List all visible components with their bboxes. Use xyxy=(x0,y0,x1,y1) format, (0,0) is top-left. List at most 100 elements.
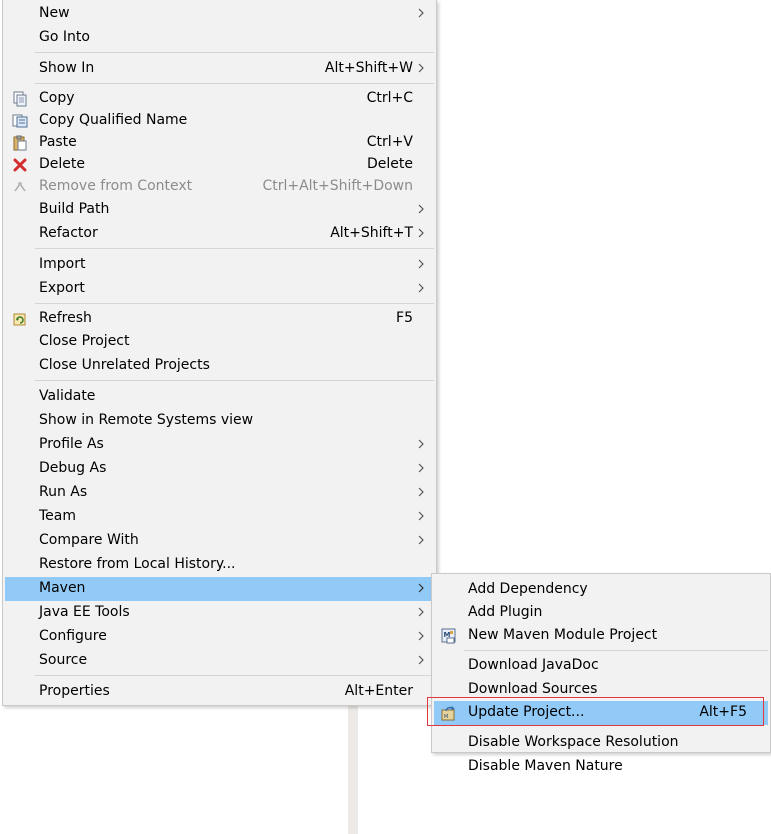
menu-item-shortcut: Ctrl+C xyxy=(366,90,413,106)
refresh-icon xyxy=(13,313,26,326)
menu-item-label: Add Plugin xyxy=(468,604,543,620)
menu-item-label: Disable Maven Nature xyxy=(468,758,623,774)
menu-item-shortcut: Alt+Shift+W xyxy=(324,60,413,76)
menu-item-label: Compare With xyxy=(39,532,139,548)
submenu-arrow-icon xyxy=(418,283,424,293)
submenu-arrow-icon xyxy=(418,607,424,617)
menu-item-copy[interactable]: Copy Ctrl+C xyxy=(5,87,434,111)
maven-module-icon: M xyxy=(441,628,456,644)
menu-item-export[interactable]: Export xyxy=(5,277,434,301)
menu-item-label: Go Into xyxy=(39,29,90,45)
menu-item-disable-maven-nature[interactable]: Disable Maven Nature xyxy=(434,755,768,779)
paste-icon xyxy=(13,135,27,151)
submenu-arrow-icon xyxy=(418,228,424,238)
menu-item-label: Copy xyxy=(39,90,75,106)
menu-item-label: New Maven Module Project xyxy=(468,627,658,643)
menu-item-add-dependency[interactable]: Add Dependency xyxy=(434,578,768,602)
menu-item-refresh[interactable]: Refresh F5 xyxy=(5,307,434,331)
menu-item-team[interactable]: Team xyxy=(5,505,434,529)
menu-separator xyxy=(464,650,768,651)
menu-item-paste[interactable]: Paste Ctrl+V xyxy=(5,131,434,155)
background-panel-edge xyxy=(348,700,358,834)
copy-qualified-name-icon xyxy=(12,114,28,128)
menu-item-shortcut: F5 xyxy=(396,310,413,326)
menu-item-close-unrelated-projects[interactable]: Close Unrelated Projects xyxy=(5,354,434,378)
menu-item-label: Show In xyxy=(39,60,95,76)
menu-item-shortcut: Ctrl+V xyxy=(366,134,413,150)
menu-item-debug-as[interactable]: Debug As xyxy=(5,457,434,481)
menu-separator xyxy=(35,83,434,84)
menu-item-show-in[interactable]: Show In Alt+Shift+W xyxy=(5,57,434,81)
submenu-arrow-icon xyxy=(418,463,424,473)
menu-item-delete[interactable]: Delete Delete xyxy=(5,153,434,177)
menu-item-label: Validate xyxy=(39,388,96,404)
menu-item-add-plugin[interactable]: Add Plugin xyxy=(434,601,768,625)
submenu-arrow-icon xyxy=(418,439,424,449)
menu-item-label: Build Path xyxy=(39,201,110,217)
menu-item-label: Refresh xyxy=(39,310,92,326)
menu-item-label: Add Dependency xyxy=(468,581,588,597)
menu-item-shortcut: Ctrl+Alt+Shift+Down xyxy=(262,178,413,194)
delete-icon xyxy=(13,158,27,172)
menu-separator xyxy=(35,380,434,381)
menu-item-label: Configure xyxy=(39,628,107,644)
menu-item-shortcut: Delete xyxy=(367,156,413,172)
menu-separator xyxy=(35,248,434,249)
menu-item-new[interactable]: New xyxy=(5,2,434,26)
menu-item-profile-as[interactable]: Profile As xyxy=(5,433,434,457)
menu-item-label: Profile As xyxy=(39,436,104,452)
menu-item-restore-from-local-history[interactable]: Restore from Local History... xyxy=(5,553,434,577)
menu-item-configure[interactable]: Configure xyxy=(5,625,434,649)
menu-item-label: Team xyxy=(39,508,77,524)
submenu-arrow-icon xyxy=(418,487,424,497)
menu-item-copy-qualified-name[interactable]: Copy Qualified Name xyxy=(5,109,434,133)
menu-item-shortcut: Alt+Enter xyxy=(344,683,413,699)
menu-item-disable-workspace-resolution[interactable]: Disable Workspace Resolution xyxy=(434,731,768,755)
menu-item-label: Copy Qualified Name xyxy=(39,112,188,128)
submenu-arrow-icon xyxy=(418,204,424,214)
menu-item-label: Close Project xyxy=(39,333,130,349)
submenu-arrow-icon xyxy=(418,631,424,641)
menu-item-shortcut: Alt+Shift+T xyxy=(330,225,413,241)
remove-context-icon xyxy=(14,182,26,192)
menu-item-label: Refactor xyxy=(39,225,98,241)
menu-separator xyxy=(35,303,434,304)
update-project-callout-box xyxy=(427,697,764,726)
menu-item-remove-from-context: Remove from Context Ctrl+Alt+Shift+Down xyxy=(5,175,434,199)
menu-item-new-maven-module-project[interactable]: M New Maven Module Project xyxy=(434,624,768,648)
menu-item-show-in-remote-systems[interactable]: Show in Remote Systems view xyxy=(5,409,434,433)
menu-separator xyxy=(35,52,434,53)
menu-item-label: Import xyxy=(39,256,86,272)
menu-item-run-as[interactable]: Run As xyxy=(5,481,434,505)
submenu-arrow-icon xyxy=(418,8,424,18)
menu-item-label: Paste xyxy=(39,134,77,150)
menu-item-properties[interactable]: Properties Alt+Enter xyxy=(5,680,434,704)
submenu-arrow-icon xyxy=(418,535,424,545)
menu-item-label: Disable Workspace Resolution xyxy=(468,734,679,750)
copy-icon xyxy=(13,91,27,107)
menu-item-label: Restore from Local History... xyxy=(39,556,236,572)
menu-item-download-javadoc[interactable]: Download JavaDoc xyxy=(434,654,768,678)
submenu-arrow-icon xyxy=(418,259,424,269)
menu-item-build-path[interactable]: Build Path xyxy=(5,198,434,222)
menu-item-validate[interactable]: Validate xyxy=(5,385,434,409)
menu-item-maven[interactable]: Maven xyxy=(5,577,434,601)
menu-item-compare-with[interactable]: Compare With xyxy=(5,529,434,553)
submenu-arrow-icon xyxy=(418,511,424,521)
project-context-menu: New Go Into Show In Alt+Shift+W Copy Ctr… xyxy=(2,0,437,706)
menu-item-label: Debug As xyxy=(39,460,107,476)
menu-item-import[interactable]: Import xyxy=(5,253,434,277)
menu-item-refactor[interactable]: Refactor Alt+Shift+T xyxy=(5,222,434,246)
menu-item-source[interactable]: Source xyxy=(5,649,434,673)
menu-item-go-into[interactable]: Go Into xyxy=(5,26,434,50)
menu-item-label: Maven xyxy=(39,580,86,596)
menu-item-label: Show in Remote Systems view xyxy=(39,412,254,428)
menu-item-label: Remove from Context xyxy=(39,178,193,194)
menu-item-label: Download Sources xyxy=(468,681,598,697)
menu-item-label: Delete xyxy=(39,156,85,172)
menu-item-label: Export xyxy=(39,280,85,296)
menu-item-java-ee-tools[interactable]: Java EE Tools xyxy=(5,601,434,625)
maven-submenu: Add Dependency Add Plugin M New Maven Mo… xyxy=(431,573,771,774)
menu-item-close-project[interactable]: Close Project xyxy=(5,330,434,354)
menu-item-label: Properties xyxy=(39,683,110,699)
